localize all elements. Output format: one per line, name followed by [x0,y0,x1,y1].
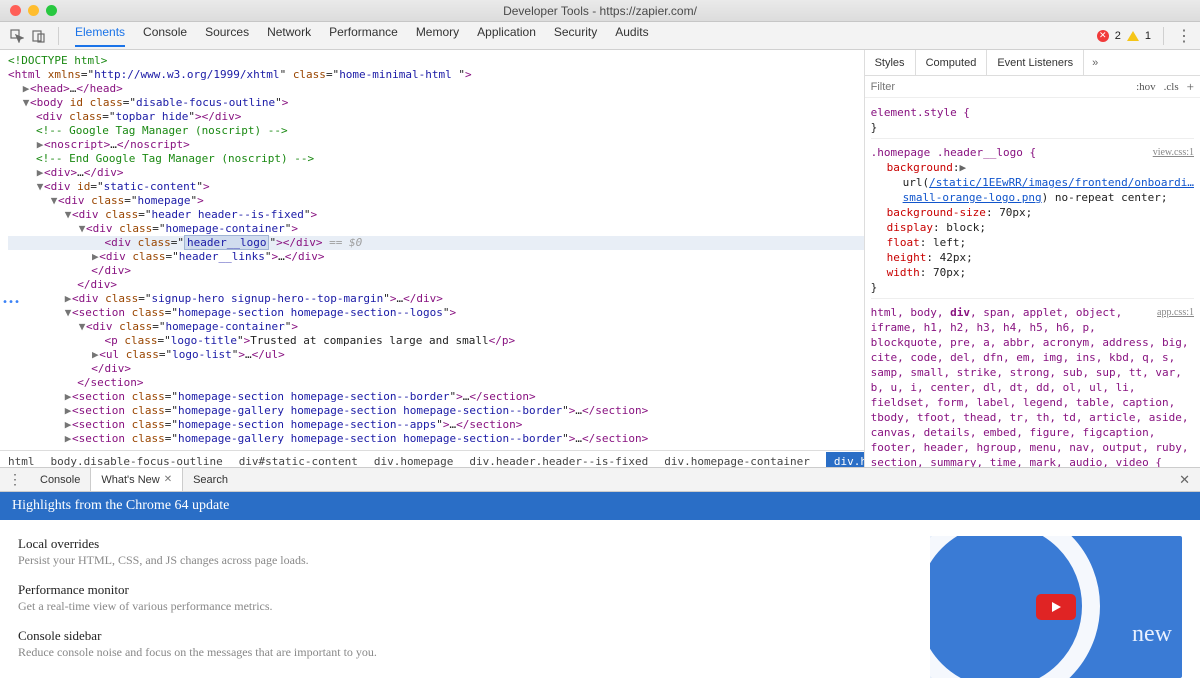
dom-node[interactable]: ▶<div class="header__links">…</div> [8,250,864,264]
hov-toggle[interactable]: :hov [1136,81,1156,93]
error-icon[interactable]: ✕ [1097,30,1109,42]
breadcrumb: html body.disable-focus-outline div#stat… [0,450,864,467]
warning-count[interactable]: 1 [1145,30,1151,42]
dom-node[interactable]: ▶<div>…</div> [8,166,864,180]
breadcrumb-item[interactable]: body.disable-focus-outline [51,455,223,468]
dom-node[interactable]: </section> [8,376,864,390]
dom-comment[interactable]: <!-- Google Tag Manager (noscript) --> [8,124,864,138]
whatsnew-item-desc: Reduce console noise and focus on the me… [18,645,890,660]
tab-memory[interactable]: Memory [416,25,459,47]
whatsnew-item-desc: Persist your HTML, CSS, and JS changes a… [18,553,890,568]
dom-node[interactable]: ▼<section class="homepage-section homepa… [8,306,864,320]
whatsnew-banner: Highlights from the Chrome 64 update [0,492,1200,520]
tab-performance[interactable]: Performance [329,25,398,47]
drawer-tab-whatsnew[interactable]: What's New✕ [90,468,183,491]
breadcrumb-item[interactable]: div.homepage [374,455,453,468]
tab-styles[interactable]: Styles [865,50,916,75]
whatsnew-item[interactable]: Performance monitor Get a real-time view… [18,582,890,614]
dom-node[interactable]: ▼<div class="homepage"> [8,194,864,208]
more-tabs-icon[interactable]: » [1092,57,1098,69]
whatsnew-item-title: Console sidebar [18,628,890,644]
error-count[interactable]: 2 [1115,30,1121,42]
dom-node[interactable]: ▼<body id class="disable-focus-outline"> [8,96,864,110]
cls-toggle[interactable]: .cls [1164,81,1179,93]
drawer-tab-console[interactable]: Console [30,468,90,491]
dom-node[interactable]: ▶<head>…</head> [8,82,864,96]
source-link[interactable]: app.css:1 [1157,305,1194,320]
breadcrumb-item[interactable]: div#static-content [239,455,358,468]
window-title: Developer Tools - https://zapier.com/ [0,4,1200,18]
dom-node[interactable]: ▶<section class="homepage-section homepa… [8,418,864,432]
promo-label: new [1132,621,1172,648]
whatsnew-item-desc: Get a real-time view of various performa… [18,599,890,614]
gutter-marker-icon: ••• [2,296,20,310]
toolbar-separator [58,27,59,45]
main-tabs: Elements Console Sources Network Perform… [75,25,649,47]
dom-node-selected[interactable]: <div class="header__logo"></div> == $0 [8,236,864,250]
filter-input[interactable] [871,81,951,93]
dom-node[interactable]: ▶<ul class="logo-list">…</ul> [8,348,864,362]
dom-node[interactable]: <p class="logo-title">Trusted at compani… [8,334,864,348]
dom-node[interactable]: ▶<section class="homepage-gallery homepa… [8,432,864,446]
drawer: ⋮ Console What's New✕ Search ✕ Highlight… [0,467,1200,683]
dom-node[interactable]: ▶<div class="signup-hero signup-hero--to… [8,292,864,306]
dom-node[interactable]: </div> [8,278,864,292]
breadcrumb-item[interactable]: div.header.header--is-fixed [469,455,648,468]
styles-body[interactable]: element.style { } view.css:1.homepage .h… [865,98,1200,467]
dom-node[interactable]: ▼<div class="header header--is-fixed"> [8,208,864,222]
drawer-tab-search[interactable]: Search [183,468,238,491]
dom-comment[interactable]: <!-- End Google Tag Manager (noscript) -… [8,152,864,166]
styles-panel: Styles Computed Event Listeners » :hov .… [865,50,1200,467]
dom-node[interactable]: ▶<noscript>…</noscript> [8,138,864,152]
warning-icon[interactable] [1127,31,1139,41]
inspect-icon[interactable] [8,27,26,45]
dom-node[interactable]: </div> [8,362,864,376]
devtools-toolbar: Elements Console Sources Network Perform… [0,22,1200,50]
tab-console[interactable]: Console [143,25,187,47]
tab-computed[interactable]: Computed [916,50,988,75]
dom-node[interactable]: ▼<div class="homepage-container"> [8,320,864,334]
dom-node[interactable]: ▼<div class="homepage-container"> [8,222,864,236]
tab-security[interactable]: Security [554,25,597,47]
breadcrumb-item[interactable]: div.homepage-container [664,455,810,468]
tab-event-listeners[interactable]: Event Listeners [987,50,1084,75]
whatsnew-video[interactable]: new [930,536,1182,678]
dom-node[interactable]: <html xmlns="http://www.w3.org/1999/xhtm… [8,68,864,82]
toolbar-right: ✕ 2 1 ⋮ [1097,26,1192,46]
dom-node[interactable]: <!DOCTYPE html> [8,54,864,68]
whatsnew-item[interactable]: Console sidebar Reduce console noise and… [18,628,890,660]
breadcrumb-item[interactable]: html [8,455,35,468]
close-tab-icon[interactable]: ✕ [164,474,172,485]
whatsnew-item[interactable]: Local overrides Persist your HTML, CSS, … [18,536,890,568]
elements-tree[interactable]: ••• <!DOCTYPE html> <html xmlns="http://… [0,50,865,467]
kebab-menu-icon[interactable]: ⋮ [1176,26,1192,46]
tab-network[interactable]: Network [267,25,311,47]
play-icon[interactable] [1036,594,1076,620]
styles-filter-row: :hov .cls + [865,76,1200,98]
dom-node[interactable]: <div class="topbar hide"></div> [8,110,864,124]
tab-audits[interactable]: Audits [615,25,648,47]
close-drawer-icon[interactable]: ✕ [1169,472,1200,488]
whatsnew-item-title: Local overrides [18,536,890,552]
dom-node[interactable]: </div> [8,264,864,278]
dom-node[interactable]: ▶<section class="homepage-section homepa… [8,390,864,404]
window-titlebar: Developer Tools - https://zapier.com/ [0,0,1200,22]
device-toggle-icon[interactable] [30,27,48,45]
dom-node[interactable]: ▶<section class="homepage-gallery homepa… [8,404,864,418]
new-rule-icon[interactable]: + [1187,79,1194,95]
sidebar-tabs: Styles Computed Event Listeners » [865,50,1200,76]
tab-elements[interactable]: Elements [75,25,125,47]
tab-application[interactable]: Application [477,25,536,47]
breadcrumb-item-active[interactable]: div.header__logo [826,452,865,468]
tab-sources[interactable]: Sources [205,25,249,47]
drawer-menu-icon[interactable]: ⋮ [0,471,30,488]
dom-node[interactable]: ▼<div id="static-content"> [8,180,864,194]
drawer-tabs: ⋮ Console What's New✕ Search ✕ [0,468,1200,492]
whatsnew-item-title: Performance monitor [18,582,890,598]
toolbar-separator [1163,27,1164,45]
whatsnew-body: Local overrides Persist your HTML, CSS, … [0,520,1200,683]
source-link[interactable]: view.css:1 [1153,145,1194,160]
